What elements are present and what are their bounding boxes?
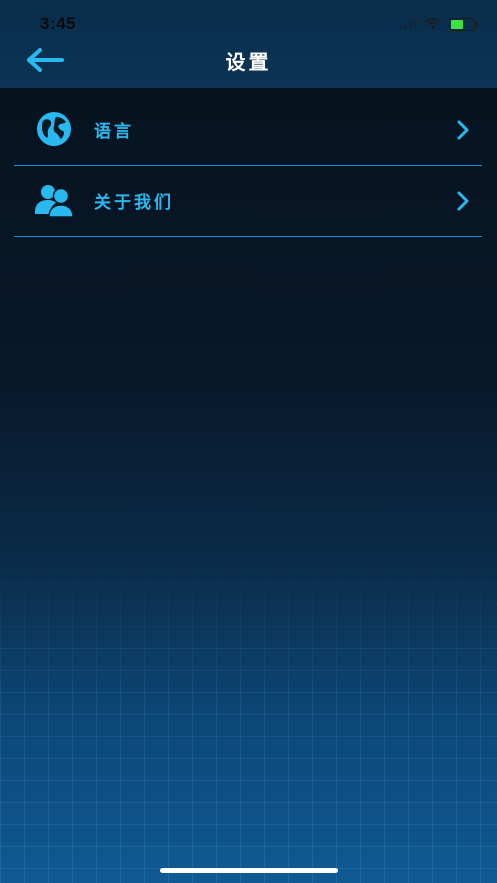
settings-item-about-us[interactable]: 关于我们	[14, 166, 482, 237]
settings-item-label: 关于我们	[94, 193, 174, 213]
status-time: 3:45	[40, 14, 77, 33]
grid-background	[0, 560, 497, 883]
globe-icon	[37, 112, 71, 146]
chevron-right-icon	[457, 120, 469, 140]
signal-icon	[399, 18, 417, 30]
header: 3:45 设置	[0, 0, 497, 88]
people-icon	[35, 185, 74, 218]
chevron-right-icon	[457, 191, 469, 211]
wifi-icon	[425, 18, 441, 30]
status-icons	[399, 16, 478, 32]
settings-item-language[interactable]: 语言	[14, 95, 482, 166]
battery-charging-icon	[449, 17, 478, 31]
settings-item-label: 语言	[94, 122, 134, 142]
home-indicator[interactable]	[160, 868, 338, 873]
page-title: 设置	[225, 50, 272, 74]
